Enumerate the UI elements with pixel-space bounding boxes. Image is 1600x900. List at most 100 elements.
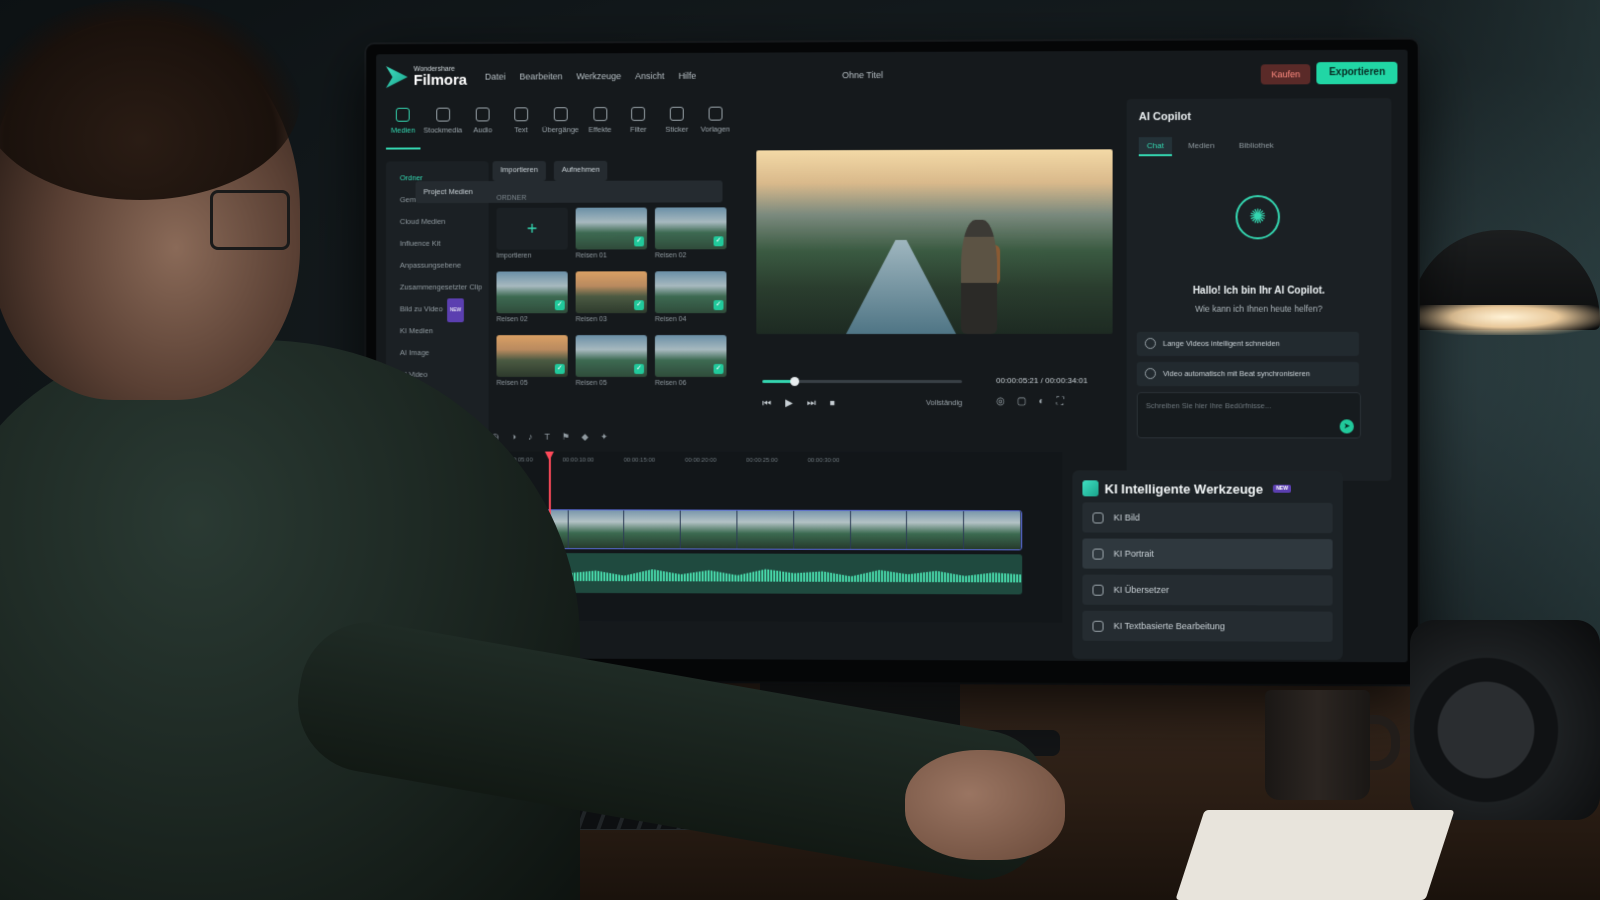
import-tile[interactable]: + Importieren [496,208,567,260]
photo-scene: Wondershare Filmora Datei Bearbeiten Wer… [0,0,1600,900]
filmora-ai-icon [1082,480,1098,496]
send-icon[interactable]: ➤ [1340,419,1354,433]
preview-tools: ◎ ▢ ◐ ⛶ [996,396,1063,407]
ki-tools-title: KI Intelligente Werkzeuge NEW [1082,480,1332,497]
media-clip[interactable]: ✓ Reisen 04 [655,271,727,323]
preview-frame[interactable] [756,149,1112,334]
quality-dropdown[interactable]: Vollständig [926,398,962,407]
tab-media[interactable]: Medien [1180,137,1223,156]
check-icon: ✓ [714,364,724,374]
menu-edit[interactable]: Bearbeiten [519,71,562,81]
media-clip[interactable]: ✓ Reisen 02 [496,271,567,323]
video-clip[interactable] [568,510,624,548]
menu-view[interactable]: Ansicht [635,71,664,81]
video-clip[interactable] [907,511,964,549]
suggestion-icon [1145,368,1156,379]
new-badge: NEW [1273,485,1291,493]
tool-templates[interactable]: Vorlagen [698,103,733,149]
menu-file[interactable]: Datei [485,72,506,82]
video-clip[interactable] [737,511,794,549]
text-tool-icon[interactable]: T [544,432,549,450]
document-title[interactable]: Ohne Titel [842,70,883,80]
glasses [210,190,290,250]
ai-tool-icon[interactable]: ✦ [600,432,607,450]
ruler-tick: 00:00:15:00 [624,458,655,464]
video-clip[interactable] [681,511,737,549]
text-icon [514,107,528,121]
media-toolbar: Importieren Aufnehmen [493,160,739,181]
camera [1410,620,1600,820]
stop-icon[interactable]: ⏹ [830,398,835,409]
ki-item-portrait[interactable]: KI Portrait [1082,538,1332,569]
copilot-suggestion[interactable]: Lange Videos intelligent schneiden [1137,332,1359,356]
ruler-tick: 00:00:25:00 [746,458,778,464]
menu-tools[interactable]: Werkzeuge [576,71,621,81]
ki-item-text-editing[interactable]: KI Textbasierte Bearbeitung [1082,611,1332,642]
menu-help[interactable]: Hilfe [678,71,696,81]
person-hand [905,750,1065,860]
video-clip[interactable] [964,511,1021,549]
tool-transitions[interactable]: Übergänge [542,103,579,149]
timecode: 00:00:05:21 / 00:00:34:01 [996,376,1088,385]
transition-icon [554,107,568,121]
copilot-input[interactable]: Schreiben Sie hier Ihre Bedürfnisse... ➤ [1137,392,1361,438]
scrubber-handle[interactable] [790,377,799,386]
video-clip[interactable] [851,511,908,549]
ki-item-translator[interactable]: KI Übersetzer [1082,575,1332,606]
check-icon: ✓ [714,236,724,246]
effects-icon [593,107,607,121]
copilot-tabs: Chat Medien Bibliothek [1139,136,1379,156]
video-clip[interactable] [625,510,681,548]
media-clip[interactable]: ✓ Reisen 05 [496,335,567,387]
preview-hiker [961,220,997,334]
volume-icon[interactable]: ◐ [1038,396,1044,407]
tool-text[interactable]: Text [504,103,538,149]
media-grid: + Importieren ✓ Reisen 01 ✓ Reisen 02 ✓ Reis… [496,207,738,387]
text-edit-icon [1092,620,1103,631]
media-clip[interactable]: ✓ Reisen 02 [655,207,727,259]
step-back-icon[interactable]: ⏮ [762,398,771,409]
step-forward-icon[interactable]: ⏭ [807,398,816,409]
check-icon: ✓ [634,364,644,374]
ki-item-image[interactable]: KI Bild [1082,502,1332,533]
media-clip[interactable]: ✓ Reisen 06 [655,335,727,387]
media-clip[interactable]: ✓ Reisen 01 [576,208,647,260]
image-icon [1092,512,1103,523]
ruler-tick: 00:00:20:00 [685,458,717,464]
keyframe-icon[interactable]: ◆ [582,432,589,450]
total-time: 00:00:34:01 [1045,376,1087,385]
color-icon[interactable]: ◑ [511,432,516,450]
buy-button[interactable]: Kaufen [1261,64,1310,84]
suggestion-icon [1145,338,1156,349]
copilot-logo-icon: ✺ [1236,195,1280,239]
video-clip[interactable] [794,511,851,549]
tab-chat[interactable]: Chat [1139,137,1172,156]
import-dropdown[interactable]: Importieren [493,161,546,181]
copilot-suggestion[interactable]: Video automatisch mit Beat synchronisier… [1137,362,1359,386]
tab-library[interactable]: Bibliothek [1231,137,1282,156]
copilot-title: AI Copilot [1139,110,1379,123]
folder-label: ORDNER [496,194,738,202]
ruler-tick: 00:00:10:00 [562,458,593,464]
audio-tool-icon[interactable]: ♪ [528,432,532,450]
media-clip[interactable]: ✓ Reisen 03 [576,271,647,323]
check-icon: ✓ [555,364,565,374]
export-button[interactable]: Exportieren [1317,62,1398,84]
fullscreen-icon[interactable]: ⛶ [1057,396,1064,407]
tool-effects[interactable]: Effekte [583,103,617,149]
ruler-tick: 00:00:30:00 [808,458,840,464]
preview-scrubber[interactable] [762,380,962,383]
notebook [1175,810,1454,900]
snapshot-icon[interactable]: ◎ [996,396,1005,407]
crop-icon[interactable]: ▢ [1017,396,1026,407]
check-icon: ✓ [634,236,644,246]
marker-icon[interactable]: ⚑ [562,432,570,450]
copilot-input-placeholder: Schreiben Sie hier Ihre Bedürfnisse... [1146,401,1271,410]
tool-filter[interactable]: Filter [621,103,655,149]
copilot-subtitle: Wie kann ich Ihnen heute helfen? [1127,304,1392,314]
transport-controls: ⏮ ▶ ⏭ ⏹ [762,398,834,409]
play-icon[interactable]: ▶ [785,398,793,409]
record-dropdown[interactable]: Aufnehmen [554,161,608,181]
media-clip[interactable]: ✓ Reisen 05 [576,335,647,387]
tool-sticker[interactable]: Sticker [660,103,694,149]
